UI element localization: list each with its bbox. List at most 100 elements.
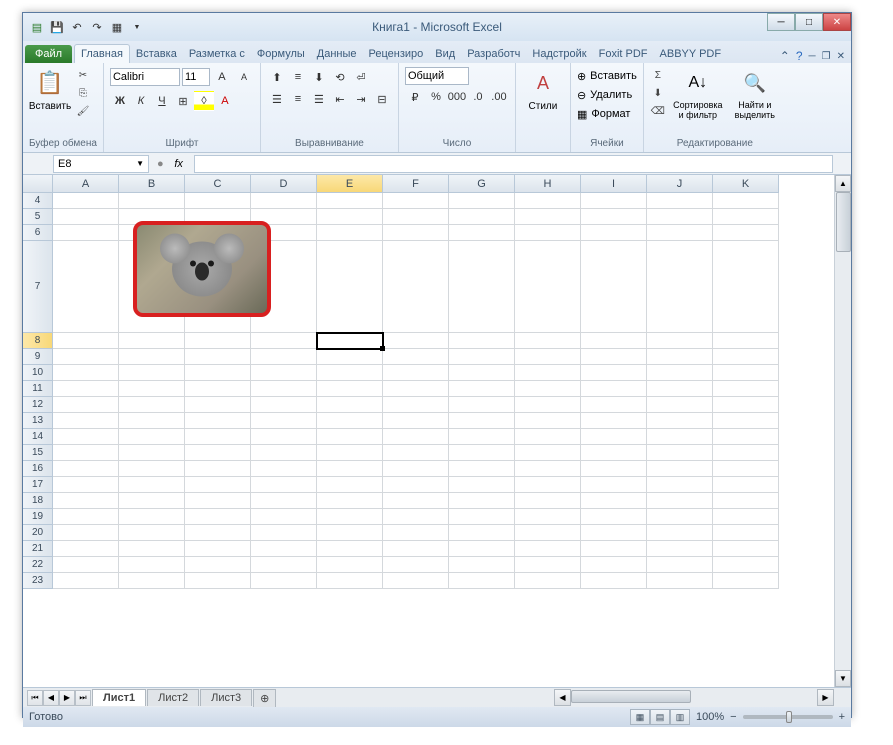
cell-G21[interactable] bbox=[449, 541, 515, 557]
cell-I17[interactable] bbox=[581, 477, 647, 493]
cell-E5[interactable] bbox=[317, 209, 383, 225]
cell-A22[interactable] bbox=[53, 557, 119, 573]
cell-J22[interactable] bbox=[647, 557, 713, 573]
horizontal-scrollbar[interactable]: ◀ ▶ bbox=[554, 689, 834, 706]
cell-I15[interactable] bbox=[581, 445, 647, 461]
row-header-9[interactable]: 9 bbox=[23, 349, 53, 365]
cell-H17[interactable] bbox=[515, 477, 581, 493]
cell-J19[interactable] bbox=[647, 509, 713, 525]
cell-A8[interactable] bbox=[53, 333, 119, 349]
cell-B14[interactable] bbox=[119, 429, 185, 445]
cell-E20[interactable] bbox=[317, 525, 383, 541]
cell-C20[interactable] bbox=[185, 525, 251, 541]
cell-B15[interactable] bbox=[119, 445, 185, 461]
cell-E11[interactable] bbox=[317, 381, 383, 397]
cell-B22[interactable] bbox=[119, 557, 185, 573]
cell-D10[interactable] bbox=[251, 365, 317, 381]
help-icon[interactable]: ? bbox=[796, 49, 803, 63]
cell-A9[interactable] bbox=[53, 349, 119, 365]
vertical-scrollbar[interactable]: ▲ ▼ bbox=[834, 175, 851, 687]
cell-A16[interactable] bbox=[53, 461, 119, 477]
cell-C13[interactable] bbox=[185, 413, 251, 429]
close-button[interactable]: ✕ bbox=[823, 13, 851, 31]
cell-K17[interactable] bbox=[713, 477, 779, 493]
wrap-text-icon[interactable]: ⏎ bbox=[351, 67, 371, 87]
cell-D17[interactable] bbox=[251, 477, 317, 493]
cell-H22[interactable] bbox=[515, 557, 581, 573]
cell-F15[interactable] bbox=[383, 445, 449, 461]
tab-review[interactable]: Рецензиро bbox=[363, 45, 430, 63]
col-header-I[interactable]: I bbox=[581, 175, 647, 193]
cell-G16[interactable] bbox=[449, 461, 515, 477]
cell-B12[interactable] bbox=[119, 397, 185, 413]
cell-D14[interactable] bbox=[251, 429, 317, 445]
cell-B20[interactable] bbox=[119, 525, 185, 541]
row-header-6[interactable]: 6 bbox=[23, 225, 53, 241]
sheet-tab-2[interactable]: Лист2 bbox=[147, 689, 199, 706]
cell-K6[interactable] bbox=[713, 225, 779, 241]
cell-A14[interactable] bbox=[53, 429, 119, 445]
cell-K16[interactable] bbox=[713, 461, 779, 477]
redo-icon[interactable]: ↷ bbox=[89, 19, 105, 35]
col-header-F[interactable]: F bbox=[383, 175, 449, 193]
save-icon[interactable]: 💾 bbox=[49, 19, 65, 35]
font-color-icon[interactable]: A bbox=[215, 91, 235, 111]
cell-E19[interactable] bbox=[317, 509, 383, 525]
cell-C4[interactable] bbox=[185, 193, 251, 209]
cell-I18[interactable] bbox=[581, 493, 647, 509]
cell-C12[interactable] bbox=[185, 397, 251, 413]
insert-cells-button[interactable]: ⊕Вставить bbox=[577, 67, 637, 85]
cell-H5[interactable] bbox=[515, 209, 581, 225]
shrink-font-icon[interactable]: A bbox=[234, 67, 254, 87]
qat-icon[interactable]: ▦ bbox=[109, 19, 125, 35]
row-header-5[interactable]: 5 bbox=[23, 209, 53, 225]
cell-A5[interactable] bbox=[53, 209, 119, 225]
cell-J12[interactable] bbox=[647, 397, 713, 413]
cell-B13[interactable] bbox=[119, 413, 185, 429]
cell-A18[interactable] bbox=[53, 493, 119, 509]
cell-D22[interactable] bbox=[251, 557, 317, 573]
cell-A23[interactable] bbox=[53, 573, 119, 589]
cell-D12[interactable] bbox=[251, 397, 317, 413]
cell-D11[interactable] bbox=[251, 381, 317, 397]
tab-last-icon[interactable]: ⏭ bbox=[75, 690, 91, 706]
tab-addins[interactable]: Надстройк bbox=[526, 45, 592, 63]
row-header-14[interactable]: 14 bbox=[23, 429, 53, 445]
cell-G4[interactable] bbox=[449, 193, 515, 209]
cell-H10[interactable] bbox=[515, 365, 581, 381]
cell-E16[interactable] bbox=[317, 461, 383, 477]
cell-J23[interactable] bbox=[647, 573, 713, 589]
cell-J15[interactable] bbox=[647, 445, 713, 461]
cell-J17[interactable] bbox=[647, 477, 713, 493]
paste-button[interactable]: 📋 Вставить bbox=[29, 67, 71, 112]
cell-A13[interactable] bbox=[53, 413, 119, 429]
cell-I14[interactable] bbox=[581, 429, 647, 445]
col-header-J[interactable]: J bbox=[647, 175, 713, 193]
cell-B17[interactable] bbox=[119, 477, 185, 493]
undo-icon[interactable]: ↶ bbox=[69, 19, 85, 35]
cell-J5[interactable] bbox=[647, 209, 713, 225]
cell-I11[interactable] bbox=[581, 381, 647, 397]
hscroll-thumb[interactable] bbox=[571, 690, 691, 703]
cell-K12[interactable] bbox=[713, 397, 779, 413]
worksheet[interactable]: ABCDEFGHIJK 4567891011121314151617181920… bbox=[23, 175, 851, 687]
cell-F16[interactable] bbox=[383, 461, 449, 477]
row-header-16[interactable]: 16 bbox=[23, 461, 53, 477]
decrease-decimal-icon[interactable]: .00 bbox=[489, 87, 509, 107]
cell-G23[interactable] bbox=[449, 573, 515, 589]
currency-icon[interactable]: ₽ bbox=[405, 87, 425, 107]
row-header-4[interactable]: 4 bbox=[23, 193, 53, 209]
cell-K20[interactable] bbox=[713, 525, 779, 541]
clear-icon[interactable]: ⌫ bbox=[650, 103, 666, 119]
cell-I13[interactable] bbox=[581, 413, 647, 429]
cell-D21[interactable] bbox=[251, 541, 317, 557]
cell-B11[interactable] bbox=[119, 381, 185, 397]
cell-G5[interactable] bbox=[449, 209, 515, 225]
cell-F6[interactable] bbox=[383, 225, 449, 241]
sheet-tab-1[interactable]: Лист1 bbox=[92, 689, 146, 706]
italic-button[interactable]: К bbox=[131, 91, 151, 111]
cell-A7[interactable] bbox=[53, 241, 119, 333]
cell-E8[interactable] bbox=[317, 333, 383, 349]
cell-A6[interactable] bbox=[53, 225, 119, 241]
cell-C15[interactable] bbox=[185, 445, 251, 461]
